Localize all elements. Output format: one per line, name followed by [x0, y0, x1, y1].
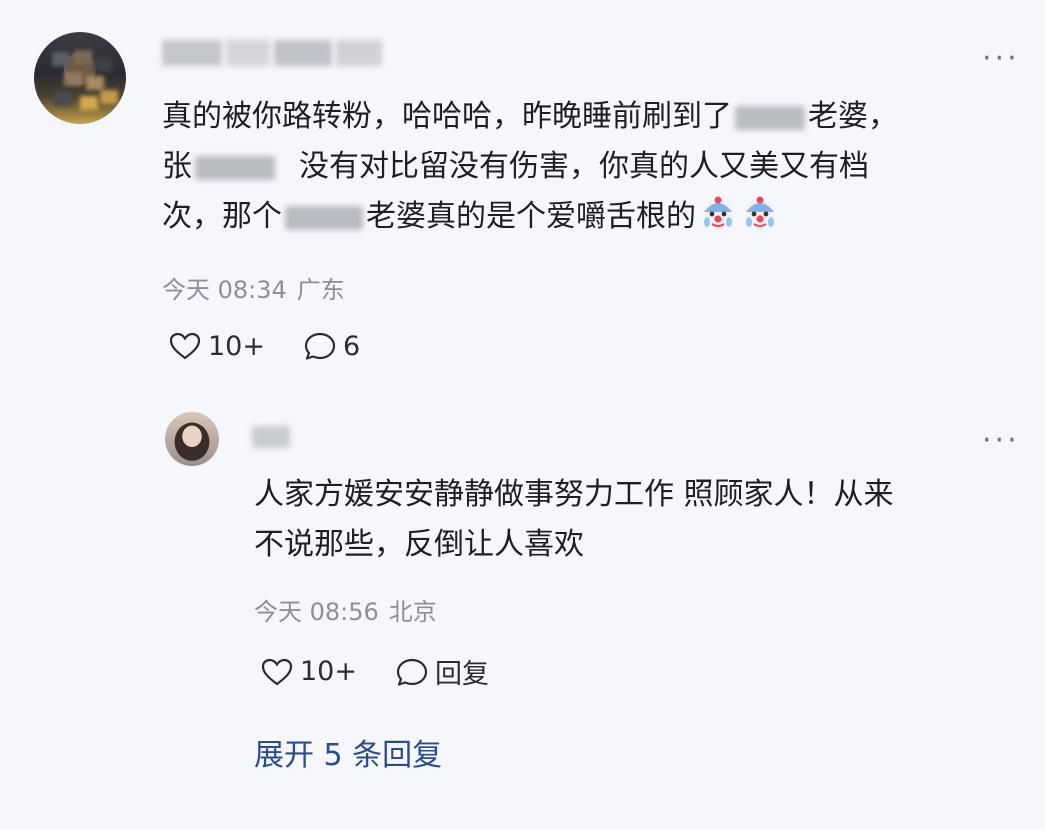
reply-body: 人家方媛安安静静做事努力工作 照顾家人！从来 不说那些，反倒让人喜欢 — [254, 470, 894, 570]
comment-count: 6 — [342, 330, 361, 362]
avatar[interactable] — [34, 32, 126, 124]
reply-meta: 今天 08:56 北京 — [254, 592, 437, 627]
redacted-name — [285, 205, 363, 230]
chat-bubble-icon — [304, 332, 336, 360]
heart-icon — [169, 332, 201, 360]
like-count: 10+ — [208, 330, 265, 362]
reply-more-options-icon[interactable]: ··· — [982, 426, 1020, 456]
heart-icon — [261, 658, 293, 685]
redacted-name — [735, 105, 805, 130]
clown-crying-emoji-icon — [745, 196, 775, 229]
comment-body: 真的被你路转粉，哈哈哈，昨晚睡前刷到了 老婆， 张没有对比留没有伤害，你真的人又美… — [162, 92, 898, 242]
redacted-name — [195, 155, 275, 180]
reply-button[interactable]: 回复 — [395, 652, 489, 691]
expand-replies-link[interactable]: 展开 5 条回复 — [254, 730, 442, 774]
comment-meta: 今天 08:34 广东 — [162, 270, 345, 305]
reply-like-button[interactable]: 10+ — [260, 656, 357, 687]
clown-crying-emoji-icon — [703, 196, 733, 229]
location: 广东 — [296, 276, 345, 304]
comment-line-3: 次，那个 老婆真的是个爱嚼舌根的 — [162, 192, 898, 242]
timestamp: 今天 08:34 — [162, 276, 287, 304]
reply-line-2: 不说那些，反倒让人喜欢 — [254, 527, 584, 562]
reply-timestamp: 今天 08:56 — [254, 598, 379, 626]
reply-avatar[interactable] — [165, 412, 219, 466]
comment-thread: ··· 真的被你路转粉，哈哈哈，昨晚睡前刷到了 老婆， 张没有对比留没有伤害，你真… — [0, 0, 1045, 829]
comment-line-1: 真的被你路转粉，哈哈哈，昨晚睡前刷到了 老婆， — [162, 99, 898, 134]
reply-label: 回复 — [434, 659, 489, 690]
more-options-icon[interactable]: ··· — [982, 44, 1020, 74]
reply-actions: 10+ 回复 — [260, 652, 489, 691]
reply-line-1: 人家方媛安安静静做事努力工作 照顾家人！从来 — [254, 477, 894, 512]
comment-line-2: 张没有对比留没有伤害，你真的人又美又有档 — [162, 149, 869, 184]
chat-bubble-icon — [396, 658, 428, 686]
reply-location: 北京 — [388, 598, 437, 626]
comment-button[interactable]: 6 — [303, 330, 360, 362]
comment-actions: 10+ 6 — [168, 330, 360, 362]
like-button[interactable]: 10+ — [168, 331, 265, 362]
reply-like-count: 10+ — [300, 656, 357, 687]
